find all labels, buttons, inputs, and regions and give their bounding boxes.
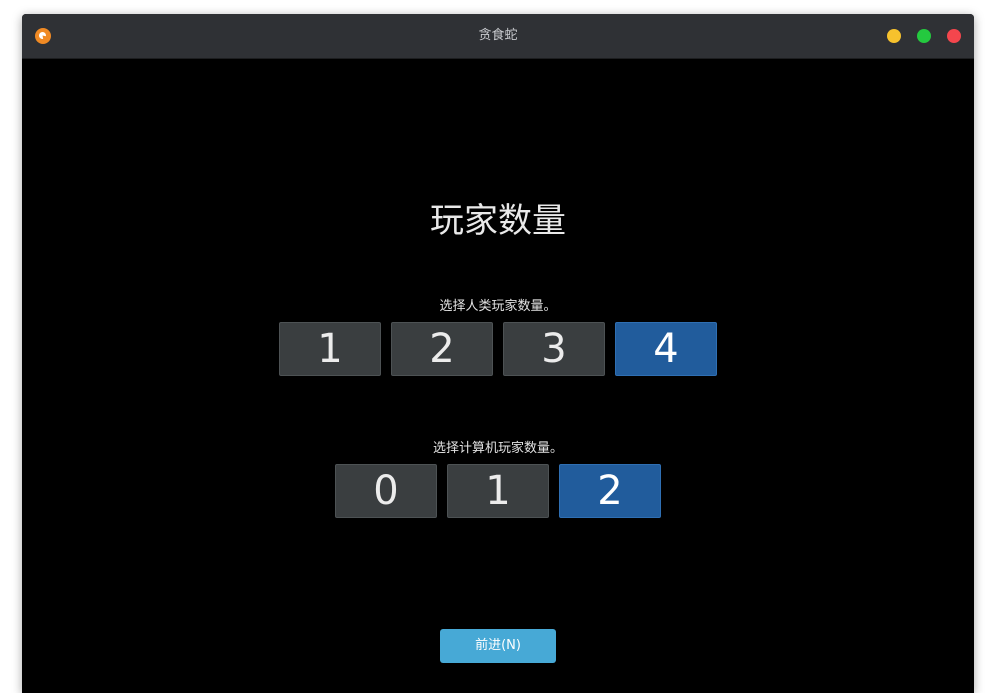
computer-players-option-1[interactable]: 1 <box>447 464 549 518</box>
minimize-button[interactable] <box>887 29 901 43</box>
title-bar[interactable]: 贪食蛇 <box>22 14 974 59</box>
maximize-button[interactable] <box>917 29 931 43</box>
app-window: 贪食蛇 玩家数量 选择人类玩家数量。 1 2 3 4 选择计算机玩家数量。 0 … <box>22 14 974 693</box>
computer-players-option-2[interactable]: 2 <box>559 464 661 518</box>
next-button[interactable]: 前进(N) <box>440 629 556 663</box>
human-players-selector: 1 2 3 4 <box>22 322 974 376</box>
human-players-option-2[interactable]: 2 <box>391 322 493 376</box>
window-title: 贪食蛇 <box>478 28 518 43</box>
human-players-option-4[interactable]: 4 <box>615 322 717 376</box>
page-title: 玩家数量 <box>430 201 566 241</box>
computer-players-selector: 0 1 2 <box>22 464 974 518</box>
human-players-label: 选择人类玩家数量。 <box>439 299 557 314</box>
computer-players-label: 选择计算机玩家数量。 <box>432 441 563 456</box>
human-players-option-1[interactable]: 1 <box>279 322 381 376</box>
close-button[interactable] <box>947 29 961 43</box>
main-content: 玩家数量 选择人类玩家数量。 1 2 3 4 选择计算机玩家数量。 0 1 2 … <box>22 59 974 693</box>
computer-players-option-0[interactable]: 0 <box>335 464 437 518</box>
human-players-option-3[interactable]: 3 <box>503 322 605 376</box>
